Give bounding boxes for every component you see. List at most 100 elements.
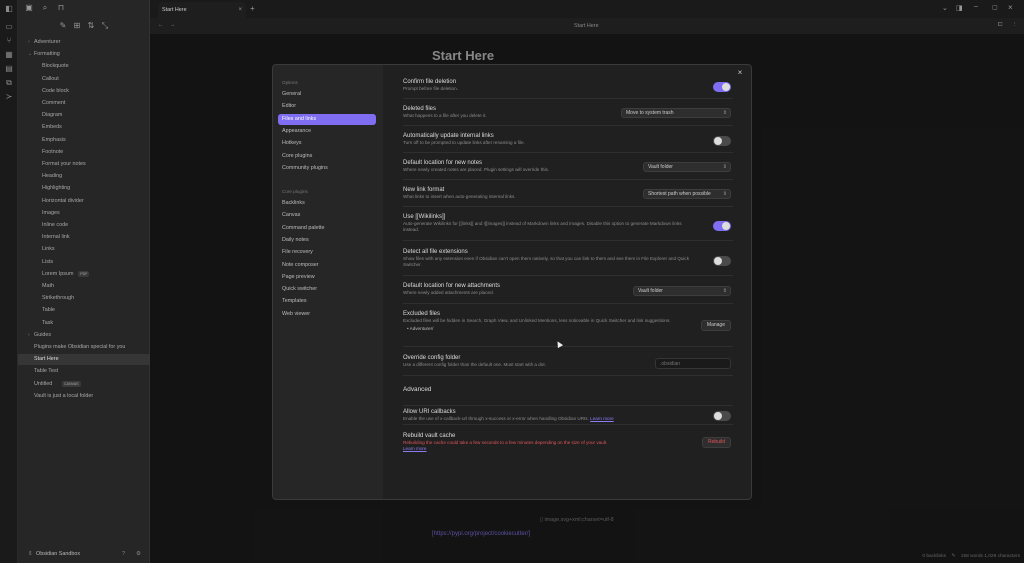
tree-file[interactable]: Horizontal divider: [18, 196, 150, 207]
tree-file[interactable]: Task: [18, 318, 150, 329]
chevron-down-icon[interactable]: ⌄: [942, 4, 948, 12]
link-format-select[interactable]: Shortest path when possible ⇕: [643, 189, 731, 199]
tree-file[interactable]: Diagram: [18, 110, 150, 121]
confirm-deletion-toggle[interactable]: [713, 82, 731, 92]
more-options-icon[interactable]: ⋮: [1012, 22, 1017, 28]
sort-icon[interactable]: ⇅: [86, 21, 96, 31]
new-notes-location-select[interactable]: Vault folder ⇕: [643, 162, 731, 172]
bookmark-icon[interactable]: ⊓: [56, 3, 66, 13]
collapse-all-icon[interactable]: ⤡: [100, 21, 110, 31]
tree-file[interactable]: Untitled CANVAS: [18, 379, 150, 390]
chevron-down-icon[interactable]: ⌄: [28, 49, 32, 60]
tree-file[interactable]: Embeds: [18, 122, 150, 133]
tree-file[interactable]: Internal link: [18, 232, 150, 243]
settings-tab-templates[interactable]: Templates: [278, 296, 376, 307]
tree-file[interactable]: Vault is just a local folder: [18, 391, 150, 402]
chevron-right-icon[interactable]: ›: [28, 330, 30, 341]
new-note-icon[interactable]: ✎: [58, 21, 68, 31]
tree-file[interactable]: Highlighting: [18, 183, 150, 194]
tree-file[interactable]: Math: [18, 281, 150, 292]
tree-item-label: Untitled: [34, 380, 53, 387]
settings-tab-files-and-links[interactable]: Files and links: [278, 113, 376, 125]
uri-callbacks-toggle[interactable]: [713, 411, 731, 421]
rebuild-button[interactable]: Rebuild: [702, 437, 731, 448]
settings-tab-page-preview[interactable]: Page preview: [278, 272, 376, 283]
tree-file[interactable]: Blockquote: [18, 61, 150, 72]
search-icon[interactable]: ⌕: [40, 3, 50, 13]
select-value: Vault folder: [648, 164, 673, 170]
settings-tab-hotkeys[interactable]: Hotkeys: [278, 138, 376, 149]
settings-tab-file-recovery[interactable]: File recovery: [278, 247, 376, 258]
canvas-icon[interactable]: ▦: [4, 50, 14, 60]
tree-file[interactable]: Code block: [18, 86, 150, 97]
tree-file[interactable]: Lists: [18, 257, 150, 268]
tree-file[interactable]: Table Test: [18, 366, 150, 377]
setting-desc: Rebuilding the cache could take a few se…: [403, 440, 693, 452]
tree-file[interactable]: Start Here: [18, 354, 150, 366]
settings-tab-quick-switcher[interactable]: Quick switcher: [278, 284, 376, 295]
tree-folder[interactable]: ⌄ Formatting: [18, 49, 150, 60]
settings-tab-core-plugins[interactable]: Core plugins: [278, 151, 376, 162]
reading-view-icon[interactable]: ⧠: [998, 22, 1002, 29]
tree-file[interactable]: Images: [18, 208, 150, 219]
help-icon[interactable]: ?: [122, 545, 125, 563]
tree-file[interactable]: Callout: [18, 74, 150, 85]
tree-folder[interactable]: › Adventurer: [18, 37, 150, 48]
tree-file[interactable]: Heading: [18, 171, 150, 182]
wikilinks-toggle[interactable]: [713, 221, 731, 231]
settings-tab-editor[interactable]: Editor: [278, 101, 376, 112]
settings-tab-daily-notes[interactable]: Daily notes: [278, 235, 376, 246]
tab-start-here[interactable]: Start Here ×: [158, 2, 246, 18]
tree-file[interactable]: Footnote: [18, 147, 150, 158]
vault-switcher[interactable]: ⇕ Obsidian Sandbox ? ⚙: [18, 545, 150, 563]
terminal-icon[interactable]: ≻: [4, 92, 14, 102]
tree-file[interactable]: Emphasis: [18, 135, 150, 146]
minimize-icon[interactable]: –: [974, 3, 978, 10]
tree-file[interactable]: Links: [18, 244, 150, 255]
settings-tab-web-viewer[interactable]: Web viewer: [278, 309, 376, 320]
graph-view-icon[interactable]: ⑂: [4, 36, 14, 46]
new-folder-icon[interactable]: ⊞: [72, 21, 82, 31]
tree-file[interactable]: Strikethrough: [18, 293, 150, 304]
detect-extensions-toggle[interactable]: [713, 256, 731, 266]
back-icon[interactable]: ←: [158, 22, 163, 28]
auto-update-links-toggle[interactable]: [713, 136, 731, 146]
maximize-icon[interactable]: ▢: [992, 4, 998, 11]
manage-button[interactable]: Manage: [700, 320, 731, 331]
tree-file[interactable]: Inline code: [18, 220, 150, 231]
settings-tab-community-plugins[interactable]: Community plugins: [278, 163, 376, 174]
deleted-files-select[interactable]: Move to system trash ⇕: [621, 108, 731, 118]
settings-tab-backlinks[interactable]: Backlinks: [278, 198, 376, 209]
tree-file[interactable]: Comment: [18, 98, 150, 109]
tree-file[interactable]: Plugins make Obsidian special for you: [18, 342, 150, 353]
chevron-right-icon[interactable]: ›: [28, 37, 30, 48]
tree-item-label: Table Test: [34, 368, 59, 375]
tree-file[interactable]: Lorem Ipsum PDF: [18, 269, 150, 280]
daily-note-icon[interactable]: ▤: [4, 64, 14, 74]
settings-gear-icon[interactable]: ⚙: [136, 545, 141, 563]
attachments-location-select[interactable]: Vault folder ⇕: [633, 286, 731, 296]
templates-icon[interactable]: ⧉: [4, 78, 14, 88]
new-tab-icon[interactable]: +: [250, 4, 255, 13]
settings-tab-general[interactable]: General: [278, 89, 376, 100]
forward-icon[interactable]: →: [170, 22, 175, 28]
setting-name: Confirm file deletion: [403, 79, 457, 85]
learn-more-link[interactable]: Learn more: [403, 446, 427, 451]
config-folder-input[interactable]: [655, 358, 731, 369]
tree-file[interactable]: Format your notes: [18, 159, 150, 170]
close-window-icon[interactable]: ×: [1008, 3, 1013, 12]
settings-tab-canvas[interactable]: Canvas: [278, 210, 376, 221]
settings-tab-command-palette[interactable]: Command palette: [278, 223, 376, 234]
sidebar-toggle-icon[interactable]: ◧: [4, 4, 14, 14]
tree-folder[interactable]: › Guides: [18, 330, 150, 341]
learn-more-link[interactable]: Learn more: [590, 416, 614, 421]
tab-title: Start Here: [162, 7, 187, 13]
close-icon[interactable]: ×: [735, 68, 745, 78]
open-file-icon[interactable]: ▭: [4, 22, 14, 32]
files-icon[interactable]: ▣: [24, 3, 34, 13]
settings-tab-note-composer[interactable]: Note composer: [278, 260, 376, 271]
settings-tab-appearance[interactable]: Appearance: [278, 126, 376, 137]
right-sidebar-icon[interactable]: ◨: [956, 4, 963, 12]
tree-file[interactable]: Table: [18, 305, 150, 316]
close-tab-icon[interactable]: ×: [238, 2, 242, 18]
